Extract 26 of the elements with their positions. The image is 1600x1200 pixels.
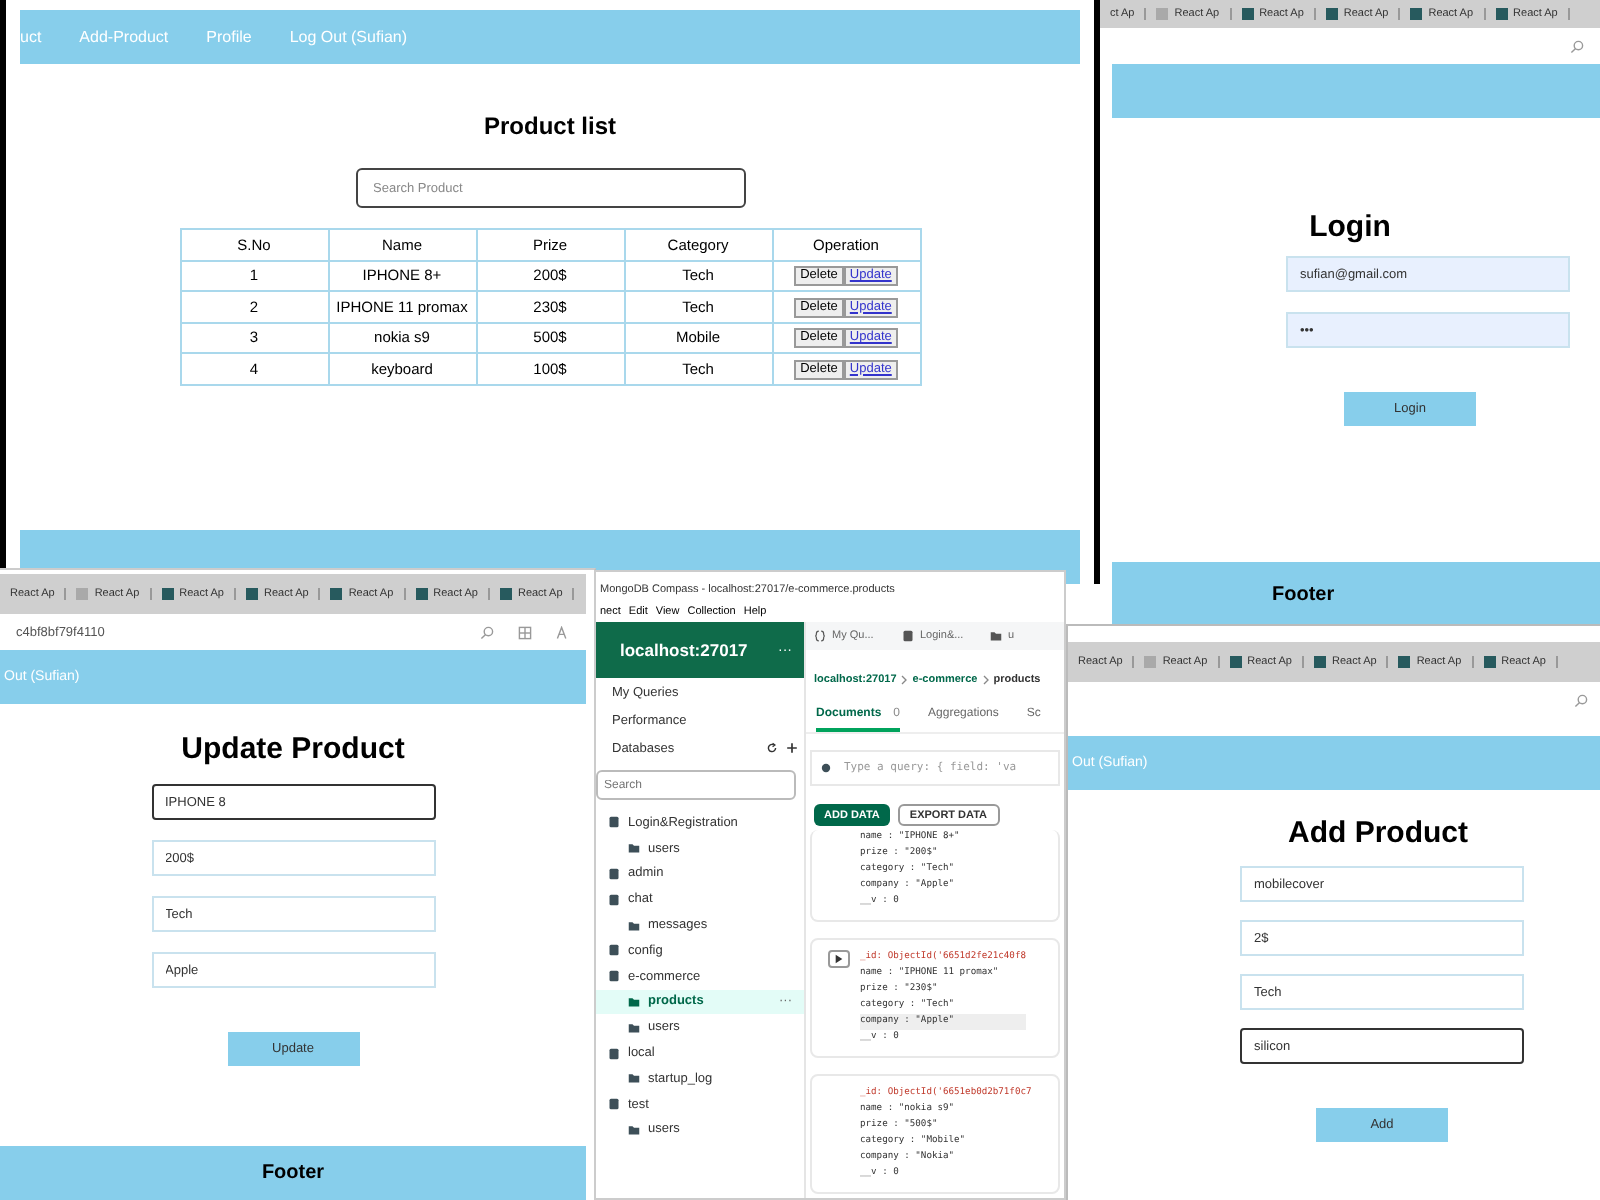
folder-icon: [990, 630, 1002, 642]
database-icon: [608, 1098, 620, 1111]
plus-icon[interactable]: [786, 742, 798, 754]
folder-icon: [628, 1072, 640, 1085]
expand-icon[interactable]: [828, 950, 850, 968]
folder-icon: [628, 919, 640, 932]
page-title: Update Product: [181, 732, 405, 766]
page-title: Login: [1309, 210, 1391, 244]
search-icon[interactable]: [480, 625, 494, 639]
database-icon: [608, 816, 620, 829]
grid-icon[interactable]: [518, 625, 532, 639]
footer-text: Footer: [261, 1162, 325, 1184]
search-icon[interactable]: [1570, 39, 1584, 53]
page-title: Add Product: [1288, 816, 1468, 850]
chevron-icon: [900, 674, 909, 686]
database-icon: [902, 630, 914, 642]
chevron-icon: [981, 674, 990, 686]
search-icon[interactable]: [1574, 693, 1588, 707]
folder-icon: [628, 1123, 640, 1136]
footer-text: Footer: [1272, 583, 1335, 605]
braces-icon: [814, 630, 826, 642]
page-title: Product list: [483, 112, 616, 140]
database-icon: [608, 1047, 620, 1060]
connection-name: localhost:27017: [620, 640, 748, 660]
refresh-icon[interactable]: [766, 742, 778, 754]
folder-icon: [628, 842, 640, 855]
